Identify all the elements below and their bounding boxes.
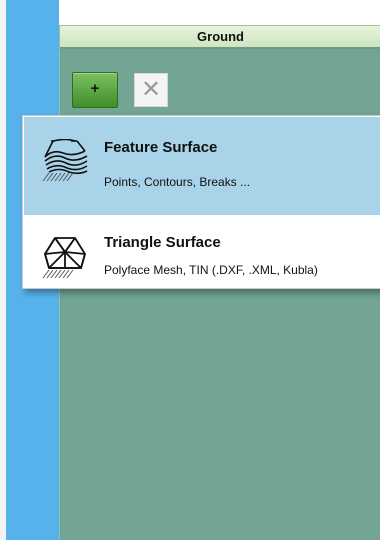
menu-item-title: Feature Surface bbox=[104, 139, 218, 156]
menu-item-subtitle: Points, Contours, Breaks ... bbox=[104, 175, 251, 189]
triangle-surface-icon bbox=[42, 237, 86, 279]
add-surface-button[interactable]: + bbox=[72, 72, 118, 108]
add-surface-menu: Feature Surface Points, Contours, Breaks… bbox=[22, 115, 380, 289]
menu-item-title: Triangle Surface bbox=[104, 234, 221, 251]
panel-title: Ground bbox=[60, 25, 380, 49]
menu-item-feature-surface[interactable]: Feature Surface Points, Contours, Breaks… bbox=[24, 117, 380, 215]
delete-button[interactable]: ✕ bbox=[134, 73, 168, 107]
menu-item-subtitle: Polyface Mesh, TIN (.DXF, .XML, Kubla) bbox=[104, 263, 318, 277]
window-bottom-edge bbox=[0, 540, 380, 545]
feature-surface-icon bbox=[42, 139, 88, 182]
menu-item-triangle-surface[interactable]: Triangle Surface Polyface Mesh, TIN (.DX… bbox=[24, 216, 380, 288]
